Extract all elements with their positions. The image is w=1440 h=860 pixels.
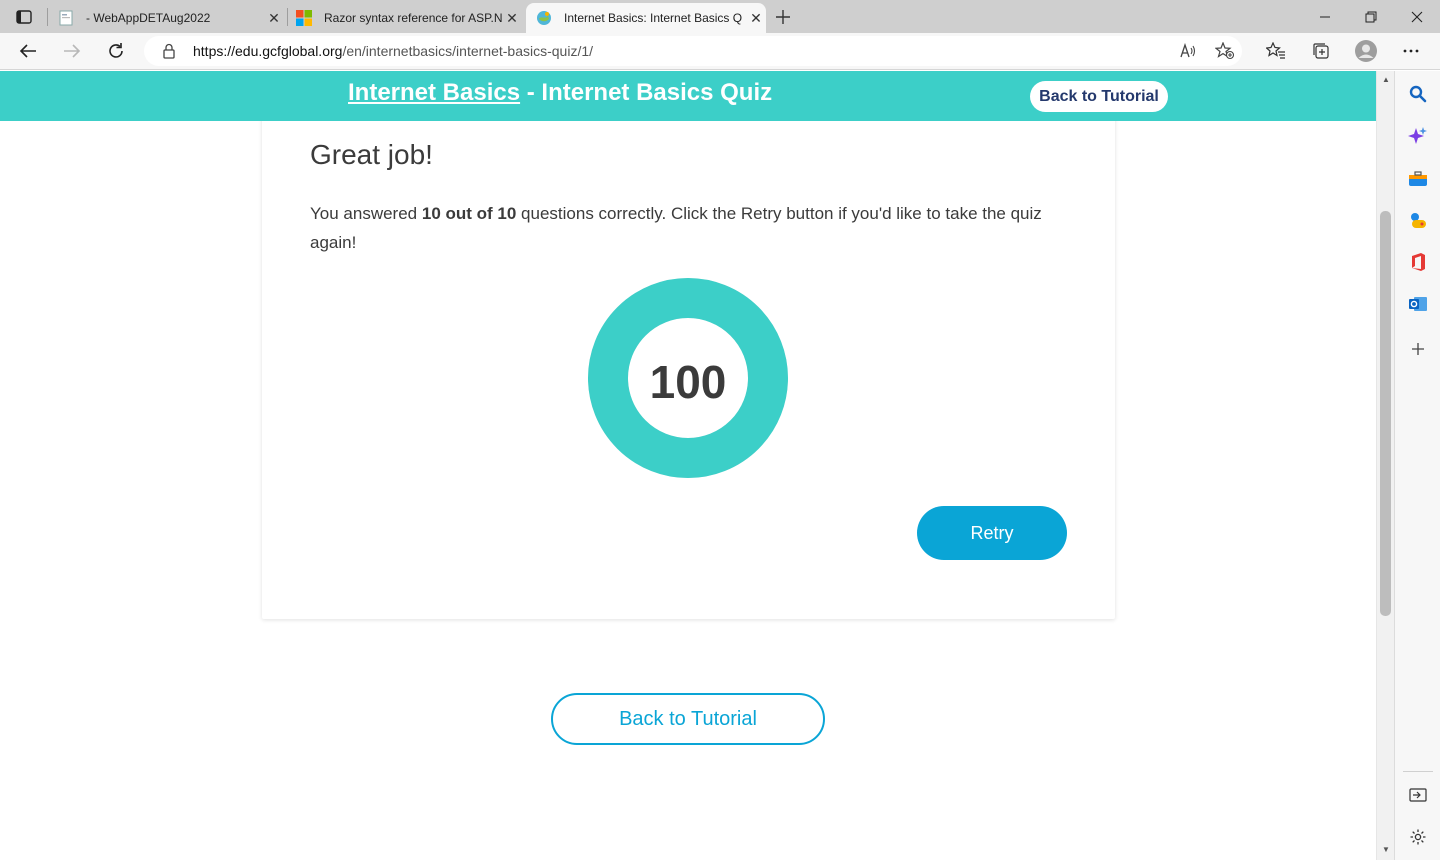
read-aloud-icon[interactable]: [1178, 42, 1198, 60]
tab-separator: [287, 8, 288, 26]
tab-title: Razor syntax reference for ASP.N: [324, 11, 502, 25]
more-menu-icon[interactable]: [1396, 37, 1426, 65]
course-link[interactable]: Internet Basics: [348, 79, 520, 106]
tab-actions-icon[interactable]: [10, 6, 38, 28]
back-arrow-icon[interactable]: [13, 37, 43, 65]
scroll-up-arrow-icon[interactable]: ▲: [1381, 75, 1391, 85]
games-icon[interactable]: [1406, 208, 1430, 232]
quiz-banner: Internet Basics - Internet Basics Quiz B…: [0, 71, 1376, 121]
score-value: 100: [649, 356, 727, 408]
scrollbar-thumb[interactable]: [1380, 211, 1391, 616]
add-sidebar-app-icon[interactable]: [1406, 337, 1430, 361]
lock-icon[interactable]: [162, 43, 176, 64]
back-to-tutorial-button[interactable]: Back to Tutorial: [551, 693, 825, 745]
tab-title: - WebAppDETAug2022: [86, 11, 211, 25]
edge-sidebar: [1394, 71, 1440, 860]
page-viewport: Great job! You answered 10 out of 10 que…: [0, 71, 1376, 860]
sidebar-divider: [1403, 771, 1433, 772]
profile-avatar[interactable]: [1351, 37, 1381, 65]
address-bar[interactable]: https://edu.gcfglobal.org/en/internetbas…: [144, 36, 1242, 66]
gcf-globe-icon: [536, 10, 552, 26]
url-path: /en/internetbasics/internet-basics-quiz/…: [342, 43, 594, 59]
tab-separator: [47, 8, 48, 26]
url-text[interactable]: https://edu.gcfglobal.org/en/internetbas…: [193, 43, 593, 59]
scroll-down-arrow-icon[interactable]: ▼: [1381, 845, 1391, 855]
tab-title: Internet Basics: Internet Basics Q: [564, 11, 743, 25]
message-prefix: You answered: [310, 204, 422, 223]
tab-webapp[interactable]: - WebAppDETAug2022 ✕: [56, 3, 284, 33]
office-icon[interactable]: [1406, 250, 1430, 274]
banner-title: Internet Basics - Internet Basics Quiz: [348, 79, 772, 107]
quiz-title: - Internet Basics Quiz: [520, 79, 773, 106]
forward-arrow-icon[interactable]: [57, 37, 87, 65]
refresh-icon[interactable]: [101, 37, 131, 65]
message-score: 10 out of 10: [421, 204, 517, 223]
favorites-icon[interactable]: [1261, 37, 1291, 65]
restore-button[interactable]: [1348, 0, 1394, 33]
url-host: https://edu.gcfglobal.org: [193, 43, 343, 59]
banner-back-to-tutorial-button[interactable]: Back to Tutorial: [1030, 81, 1168, 112]
minimize-button[interactable]: [1302, 0, 1348, 33]
tab-internet-basics[interactable]: Internet Basics: Internet Basics Q ✕: [526, 3, 766, 33]
outlook-icon[interactable]: [1406, 292, 1430, 316]
copilot-sparkle-icon[interactable]: [1406, 124, 1430, 148]
result-heading: Great job!: [310, 139, 433, 170]
retry-button[interactable]: Retry: [917, 506, 1067, 560]
close-window-button[interactable]: [1394, 0, 1440, 33]
tab-strip: - WebAppDETAug2022 ✕ Razor syntax refere…: [0, 0, 1440, 33]
close-icon[interactable]: ✕: [746, 8, 766, 28]
page-scrollbar[interactable]: ▲ ▼: [1376, 71, 1394, 860]
add-favorite-icon[interactable]: [1215, 42, 1235, 60]
search-icon[interactable]: [1406, 82, 1430, 106]
close-icon[interactable]: ✕: [502, 8, 522, 28]
quiz-result-card: Great job! You answered 10 out of 10 que…: [262, 101, 1115, 619]
tools-briefcase-icon[interactable]: [1406, 167, 1430, 191]
result-message: You answered 10 out of 10 questions corr…: [310, 199, 1070, 257]
hide-sidebar-icon[interactable]: [1406, 783, 1430, 807]
collections-icon[interactable]: [1306, 37, 1336, 65]
settings-gear-icon[interactable]: [1406, 825, 1430, 849]
tab-razor[interactable]: Razor syntax reference for ASP.N ✕: [296, 3, 522, 33]
microsoft-logo-icon: [296, 10, 312, 26]
close-icon[interactable]: ✕: [264, 8, 284, 28]
new-tab-button[interactable]: [770, 4, 796, 30]
document-icon: [58, 10, 74, 26]
browser-toolbar: https://edu.gcfglobal.org/en/internetbas…: [0, 33, 1440, 70]
